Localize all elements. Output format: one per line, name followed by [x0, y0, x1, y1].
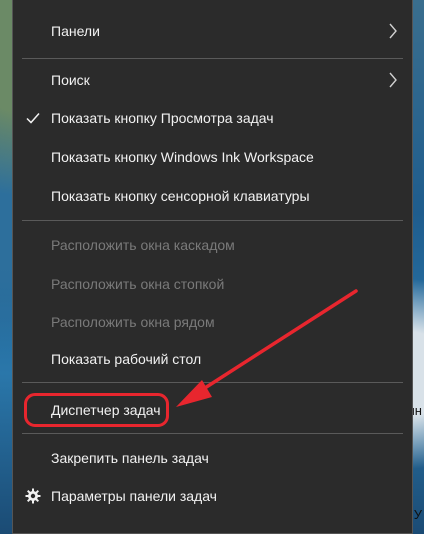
- menu-item-show-ink-workspace-button[interactable]: Показать кнопку Windows Ink Workspace: [13, 141, 412, 173]
- menu-separator: [22, 58, 403, 59]
- chevron-right-icon: [389, 23, 397, 39]
- menu-item-label: Параметры панели задач: [51, 488, 217, 504]
- menu-item-label: Расположить окна рядом: [51, 314, 215, 330]
- menu-item-show-touch-keyboard-button[interactable]: Показать кнопку сенсорной клавиатуры: [13, 180, 412, 212]
- menu-item-label: Показать рабочий стол: [51, 351, 202, 367]
- menu-item-lock-taskbar[interactable]: Закрепить панель задач: [13, 442, 412, 474]
- menu-item-label: Поиск: [51, 72, 90, 88]
- menu-item-cascade-windows: Расположить окна каскадом: [13, 229, 412, 261]
- menu-separator: [22, 433, 403, 434]
- menu-item-stack-windows: Расположить окна стопкой: [13, 268, 412, 300]
- menu-item-show-task-view-button[interactable]: Показать кнопку Просмотра задач: [13, 102, 412, 134]
- menu-item-label: Расположить окна стопкой: [51, 276, 225, 292]
- menu-item-side-by-side-windows: Расположить окна рядом: [13, 306, 412, 338]
- annotation-highlight-oval: [24, 393, 169, 427]
- menu-item-search[interactable]: Поиск: [13, 64, 412, 96]
- menu-separator: [22, 220, 403, 221]
- menu-item-show-desktop[interactable]: Показать рабочий стол: [13, 343, 412, 375]
- chevron-right-icon: [389, 72, 397, 88]
- checkmark-icon: [26, 113, 40, 124]
- background-text-fragment: У: [413, 507, 422, 522]
- menu-item-label: Показать кнопку Windows Ink Workspace: [51, 149, 314, 165]
- taskbar-context-menu: Панели Поиск Показать кнопку Просмотра з…: [12, 0, 413, 534]
- menu-item-label: Показать кнопку сенсорной клавиатуры: [51, 188, 310, 204]
- menu-item-label: Закрепить панель задач: [51, 450, 209, 466]
- gear-icon: [25, 488, 41, 504]
- menu-item-label: Расположить окна каскадом: [51, 237, 235, 253]
- menu-item-label: Показать кнопку Просмотра задач: [51, 110, 274, 126]
- menu-item-panels[interactable]: Панели: [13, 15, 412, 47]
- menu-item-taskbar-settings[interactable]: Параметры панели задач: [13, 480, 412, 512]
- menu-separator: [22, 382, 403, 383]
- menu-item-label: Панели: [51, 23, 100, 39]
